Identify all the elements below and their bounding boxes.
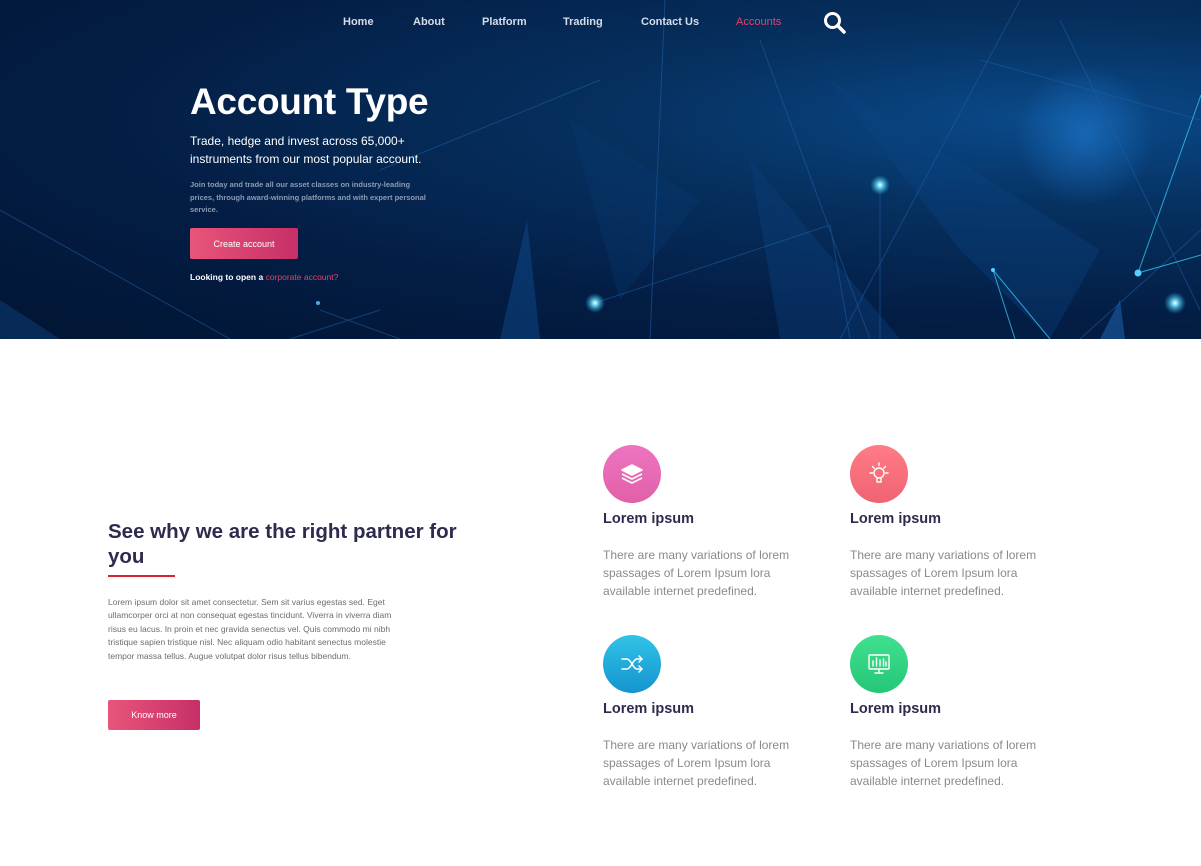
- nav-item-platform[interactable]: Platform: [482, 16, 527, 28]
- page-title: Account Type: [190, 81, 429, 122]
- feature-card: Lorem ipsum There are many variations of…: [850, 445, 1070, 605]
- nav-item-contact-us[interactable]: Contact Us: [641, 16, 699, 28]
- hero-network-background: [0, 0, 1201, 339]
- corporate-account-prompt: Looking to open a corporate account?: [190, 272, 338, 282]
- search-icon[interactable]: [822, 10, 848, 36]
- feature-text: There are many variations of lorem spass…: [603, 548, 790, 598]
- hero-subtitle: Trade, hedge and invest across 65,000+ i…: [190, 134, 422, 166]
- feature-title: Lorem ipsum: [850, 511, 942, 527]
- feature-title: Lorem ipsum: [603, 511, 695, 527]
- know-more-button[interactable]: Know more: [108, 700, 200, 730]
- layers-icon: [603, 445, 661, 503]
- feature-text: There are many variations of lorem spass…: [850, 738, 1037, 788]
- feature-title: Lorem ipsum: [603, 701, 695, 717]
- create-account-button[interactable]: Create account: [190, 228, 298, 259]
- nav-item-home[interactable]: Home: [343, 16, 374, 28]
- partner-description: Lorem ipsum dolor sit amet consectetur. …: [108, 597, 392, 661]
- corporate-account-link[interactable]: corporate account?: [266, 272, 339, 282]
- feature-title: Lorem ipsum: [850, 701, 942, 717]
- hero-description: Join today and trade all our asset class…: [190, 180, 426, 214]
- lightbulb-icon: [850, 445, 908, 503]
- hero-section: Home About Platform Trading Contact Us A…: [0, 0, 1201, 339]
- feature-card: Lorem ipsum There are many variations of…: [850, 635, 1070, 795]
- feature-card: Lorem ipsum There are many variations of…: [603, 635, 823, 795]
- nav-item-accounts[interactable]: Accounts: [736, 16, 781, 28]
- heading-underline: [108, 575, 175, 577]
- nav-item-about[interactable]: About: [413, 16, 445, 28]
- feature-text: There are many variations of lorem spass…: [850, 548, 1037, 598]
- feature-text: There are many variations of lorem spass…: [603, 738, 790, 788]
- partner-heading: See why we are the right partner for you: [108, 520, 457, 568]
- feature-card: Lorem ipsum There are many variations of…: [603, 445, 823, 605]
- nav-item-trading[interactable]: Trading: [563, 16, 603, 28]
- top-navigation: Home About Platform Trading Contact Us A…: [0, 0, 1201, 44]
- chart-monitor-icon: [850, 635, 908, 693]
- shuffle-icon: [603, 635, 661, 693]
- corporate-account-prefix: Looking to open a: [190, 272, 264, 282]
